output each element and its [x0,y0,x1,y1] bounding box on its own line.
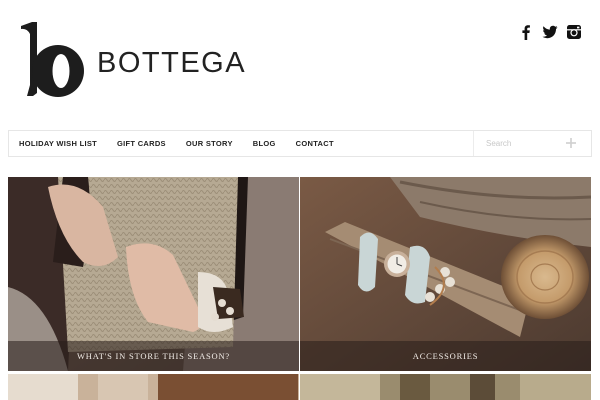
nav-gift-cards[interactable]: GIFT CARDS [117,139,166,148]
brand-logo-mark [21,22,84,97]
tile-row2-left[interactable] [8,374,299,400]
tile-caption: ACCESSORIES [300,341,591,371]
brand-name: BOTTEGA [97,47,247,79]
plus-icon[interactable] [565,137,577,149]
brand-logo[interactable] [18,22,86,103]
tile-row2-right[interactable] [300,374,591,400]
twitter-icon [542,25,558,39]
tile-image [300,374,591,400]
tile-accessories[interactable]: ACCESSORIES [300,177,591,371]
facebook-icon [522,25,530,40]
nav-contact[interactable]: CONTACT [296,139,334,148]
twitter-link[interactable] [542,24,558,40]
nav-our-story[interactable]: OUR STORY [186,139,233,148]
instagram-link[interactable] [566,24,582,40]
tile-image [8,374,299,400]
facebook-link[interactable] [518,24,534,40]
nav-links: HOLIDAY WISH LIST GIFT CARDS OUR STORY B… [9,131,334,156]
search-input[interactable] [486,132,576,155]
tile-whats-in-store[interactable]: WHAT'S IN STORE THIS SEASON? [8,177,299,371]
main-nav: HOLIDAY WISH LIST GIFT CARDS OUR STORY B… [8,130,592,157]
nav-holiday-wish-list[interactable]: HOLIDAY WISH LIST [19,139,97,148]
tile-caption: WHAT'S IN STORE THIS SEASON? [8,341,299,371]
social-links [518,24,582,40]
search-box [473,131,591,156]
nav-blog[interactable]: BLOG [253,139,276,148]
instagram-icon [567,25,581,39]
